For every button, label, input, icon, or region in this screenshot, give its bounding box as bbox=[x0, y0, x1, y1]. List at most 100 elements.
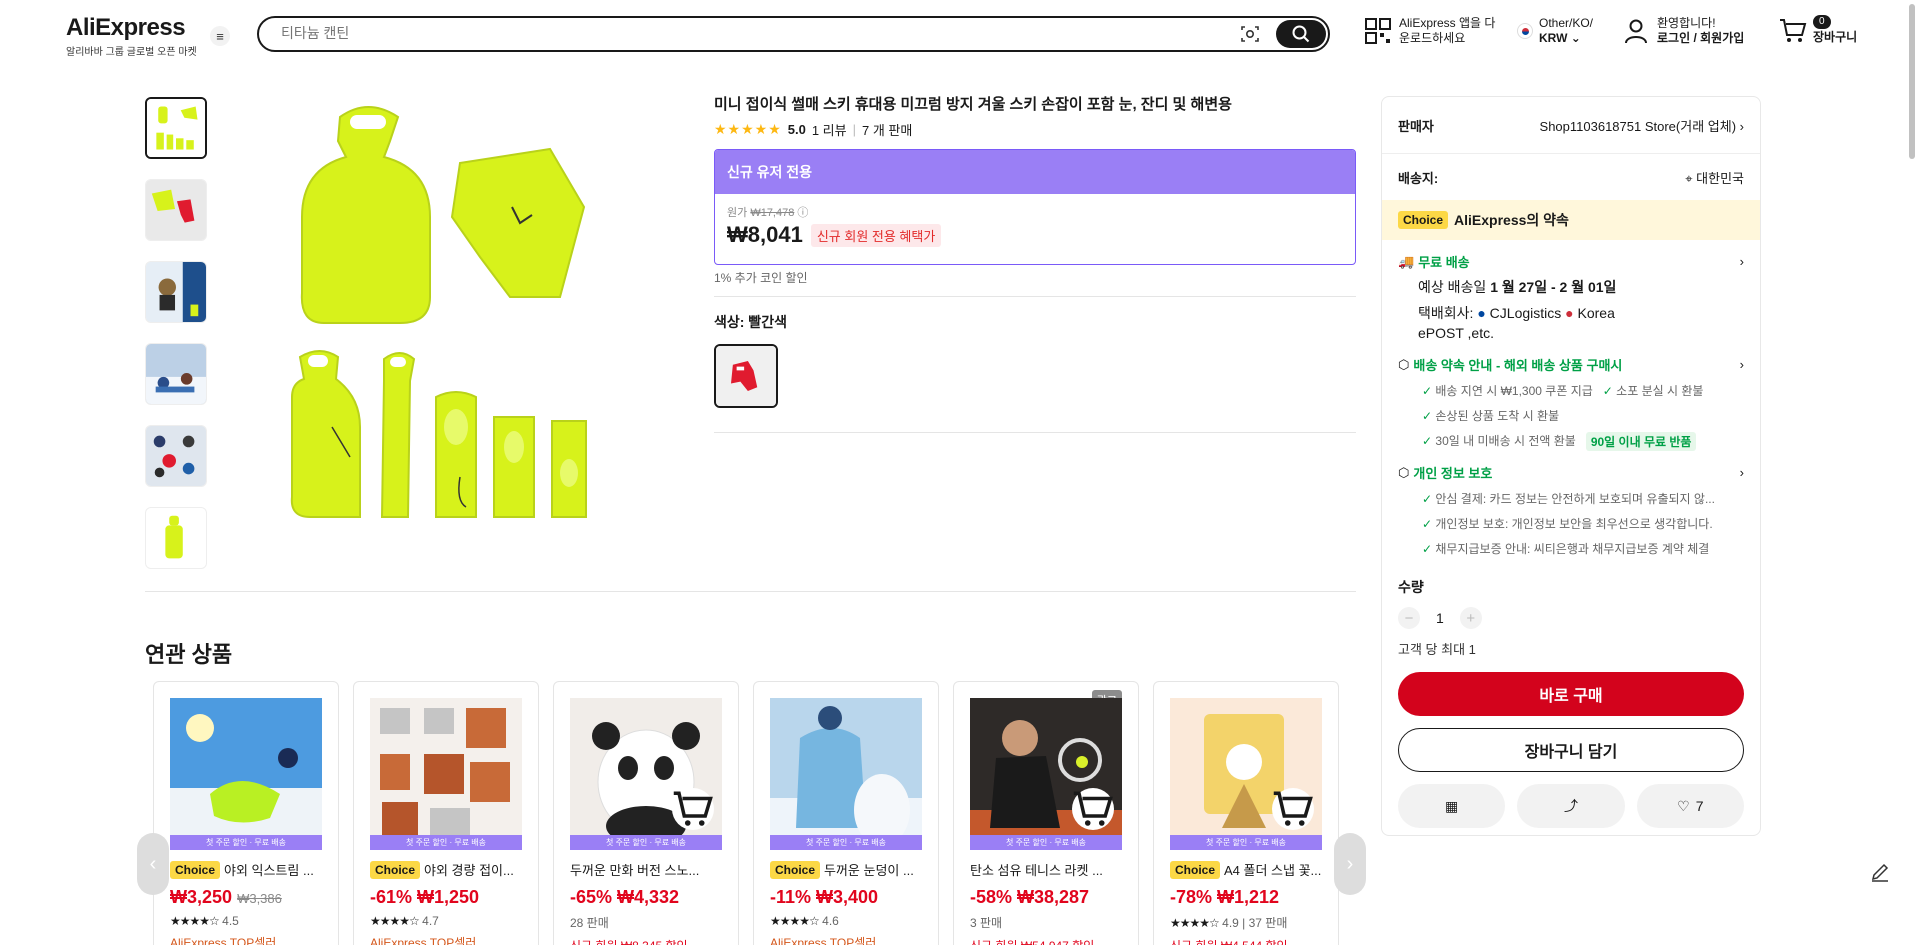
sale-price: ₩8,041 bbox=[727, 222, 803, 247]
camera-search-icon[interactable] bbox=[1240, 25, 1260, 43]
max-per-customer: 고객 당 최대 1 bbox=[1398, 642, 1476, 657]
product-card-title: 두꺼운 눈덩이 ... bbox=[824, 863, 914, 878]
new-user-banner: 신규 유저 전용 bbox=[715, 150, 1355, 194]
page-scrollbar[interactable] bbox=[1909, 4, 1915, 159]
related-products-carousel: 첫 주문 할인 · 무료 배송 Choice 야외 익스트림 ... ₩3,250… bbox=[153, 681, 1339, 945]
choice-promise-bar: Choice AliExpress의 약속 bbox=[1382, 200, 1760, 240]
product-card-title: 탄소 섬유 테니스 라켓 ... bbox=[970, 863, 1103, 878]
product-card-image: 첫 주문 할인 · 무료 배송 bbox=[770, 698, 922, 850]
top-header: AliExpress 알리바바 그룹 글로벌 오픈 마켓 ≡ AliExpres… bbox=[0, 0, 1920, 66]
pencil-icon[interactable] bbox=[1868, 860, 1892, 884]
add-to-cart-icon[interactable] bbox=[672, 788, 714, 830]
carousel-prev-button[interactable]: ‹ bbox=[137, 833, 169, 895]
location-pin-icon: ⌖ bbox=[1685, 170, 1693, 186]
share-icon: ⤴ bbox=[1563, 798, 1578, 814]
product-card-image: 첫 주문 할인 · 무료 배송 bbox=[370, 698, 522, 850]
rating-row: ★★★★★ 5.0 1 리뷰 | 7 개 판매 bbox=[714, 120, 913, 139]
info-icon[interactable]: ⓘ bbox=[797, 207, 808, 219]
add-to-cart-button[interactable]: 장바구니 담기 bbox=[1398, 728, 1744, 772]
quantity-increase-button[interactable]: + bbox=[1459, 607, 1482, 629]
quantity-label: 수량 bbox=[1398, 579, 1424, 595]
delivery-promise-section[interactable]: ⬡배송 약속 안내 - 해외 배송 상품 구매시 › 배송 지연 시 ₩1,30… bbox=[1382, 355, 1760, 451]
account-login[interactable]: 환영합니다! 로그인 / 회원가입 bbox=[1623, 16, 1744, 46]
store-icon: ▦ bbox=[1445, 797, 1459, 814]
quantity-section: 수량 − 1 + 고객 당 최대 1 bbox=[1382, 577, 1760, 658]
product-card-image: 첫 주문 할인 · 무료 배송 bbox=[170, 698, 322, 850]
product-card-title: 두꺼운 만화 버전 스노... bbox=[570, 863, 700, 878]
thumbnail-2[interactable] bbox=[145, 179, 207, 241]
wishlist-button[interactable]: ♡ 7 bbox=[1636, 784, 1744, 828]
product-card[interactable]: 첫 주문 할인 · 무료 배송 Choice A4 폴더 스냅 꽃... -78%… bbox=[1153, 681, 1339, 945]
heart-icon: ♡ bbox=[1677, 797, 1690, 814]
privacy-section[interactable]: ⬡개인 정보 보호 › 안심 결제: 카드 정보는 안전하게 보호되며 유출되지… bbox=[1382, 463, 1760, 557]
buy-now-button[interactable]: 바로 구매 bbox=[1398, 672, 1744, 716]
original-price: ₩17,478 bbox=[750, 207, 795, 219]
seller-label: 판매자 bbox=[1398, 118, 1434, 134]
login-signup-link[interactable]: 로그인 / 회원가입 bbox=[1657, 31, 1744, 46]
shield-check-icon: ⬡ bbox=[1398, 464, 1410, 480]
product-card-title: 야외 경량 접이... bbox=[424, 863, 514, 878]
product-card-price: -65% ₩4,332 bbox=[570, 887, 680, 907]
free-shipping: 무료 배송 bbox=[1418, 255, 1470, 270]
thumbnail-1[interactable] bbox=[145, 97, 207, 159]
product-card[interactable]: 첫 주문 할인 · 무료 배송 Choice 야외 익스트림 ... ₩3,250… bbox=[153, 681, 339, 945]
search-input[interactable] bbox=[281, 25, 1181, 41]
search-button[interactable] bbox=[1276, 20, 1326, 48]
carousel-next-button[interactable]: › bbox=[1334, 833, 1366, 895]
rating-value: 5.0 bbox=[787, 122, 806, 137]
purchase-panel: 판매자 Shop1103618751 Store(거래 업체) › 배송지: ⌖… bbox=[1381, 96, 1761, 836]
logo-text: AliExpress bbox=[66, 14, 186, 41]
eta-dates: 1 월 27일 - 2 월 01일 bbox=[1490, 279, 1617, 295]
coin-discount: 1% 추가 코인 할인 bbox=[714, 271, 808, 285]
shipping-section[interactable]: 🚚 무료 배송 › 예상 배송일 1 월 27일 - 2 월 01일 택배회사: … bbox=[1382, 252, 1760, 343]
app-download[interactable]: AliExpress 앱을 다 운로드하세요 bbox=[1365, 16, 1495, 46]
rating-stars-icon: ★★★★☆ bbox=[1170, 916, 1220, 930]
color-swatch-red[interactable] bbox=[714, 344, 778, 408]
product-card[interactable]: 첫 주문 할인 · 무료 배송 Choice 야외 경량 접이... -61% ₩… bbox=[353, 681, 539, 945]
menu-icon[interactable]: ≡ bbox=[210, 26, 230, 46]
thumbnail-6[interactable] bbox=[145, 507, 207, 569]
product-card-price: -58% ₩38,287 bbox=[970, 887, 1090, 907]
quantity-decrease-button[interactable]: − bbox=[1398, 607, 1420, 629]
product-card-price: -61% ₩1,250 bbox=[370, 887, 480, 907]
product-card-price: -11% ₩3,400 bbox=[770, 887, 879, 907]
rating-stars-icon: ★★★★☆ bbox=[170, 914, 220, 928]
chevron-right-icon: › bbox=[1739, 118, 1744, 134]
search-icon bbox=[1292, 25, 1310, 43]
review-count[interactable]: 1 리뷰 bbox=[812, 120, 847, 139]
logo-subtitle: 알리바바 그룹 글로벌 오픈 마켓 bbox=[66, 47, 197, 58]
language-currency-selector[interactable]: Other/KO/ KRW ⌄ bbox=[1517, 16, 1593, 46]
cart-link[interactable]: 0 장바구니 bbox=[1779, 15, 1858, 45]
main-product-image[interactable] bbox=[280, 97, 640, 547]
product-card-image: 첫 주문 할인 · 무료 배송 bbox=[1170, 698, 1322, 850]
color-label: 색상: 빨간색 bbox=[714, 314, 787, 330]
product-title: 미니 접이식 썰매 스키 휴대용 미끄럼 방지 겨울 스키 손잡이 포함 눈, … bbox=[714, 96, 1232, 113]
chevron-right-icon: › bbox=[1739, 254, 1744, 269]
aliexpress-logo[interactable]: AliExpress 알리바바 그룹 글로벌 오픈 마켓 bbox=[66, 14, 197, 58]
free-return-tag: 90일 이내 무료 반품 bbox=[1585, 432, 1697, 451]
ship-to-label: 배송지: bbox=[1398, 170, 1439, 186]
product-card[interactable]: 첫 주문 할인 · 무료 배송 Choice 두꺼운 눈덩이 ... -11% ₩… bbox=[753, 681, 939, 945]
welcome-text: 환영합니다! bbox=[1657, 16, 1716, 30]
thumbnail-3[interactable] bbox=[145, 261, 207, 323]
product-card[interactable]: 광고 첫 주문 할인 · 무료 배송 탄소 섬유 테니스 라켓 ... -58%… bbox=[953, 681, 1139, 945]
choice-badge: Choice bbox=[1398, 211, 1449, 229]
quantity-value[interactable]: 1 bbox=[1436, 610, 1444, 626]
ship-to-selector[interactable]: ⌖ 대한민국 bbox=[1685, 168, 1744, 187]
cart-label: 장바구니 bbox=[1813, 30, 1858, 44]
product-card[interactable]: 첫 주문 할인 · 무료 배송 두꺼운 만화 버전 스노... -65% ₩4,… bbox=[553, 681, 739, 945]
add-to-cart-icon[interactable] bbox=[1272, 788, 1314, 830]
store-button[interactable]: ▦ bbox=[1398, 784, 1506, 828]
chevron-left-icon: ‹ bbox=[149, 852, 157, 875]
share-button[interactable]: ⤴ bbox=[1517, 784, 1625, 828]
product-card-title: 야외 익스트림 ... bbox=[224, 863, 314, 878]
product-card-price: ₩3,250 ₩3,386 bbox=[170, 887, 282, 907]
qr-code-icon bbox=[1365, 18, 1391, 44]
chevron-down-icon: ⌄ bbox=[1570, 31, 1581, 45]
thumbnail-5[interactable] bbox=[145, 425, 207, 487]
thumbnail-4[interactable] bbox=[145, 343, 207, 405]
thumbnail-gallery bbox=[145, 97, 209, 589]
add-to-cart-icon[interactable] bbox=[1072, 788, 1114, 830]
chevron-right-icon: › bbox=[1739, 357, 1744, 372]
seller-link[interactable]: Shop1103618751 Store(거래 업체) › bbox=[1540, 116, 1744, 135]
